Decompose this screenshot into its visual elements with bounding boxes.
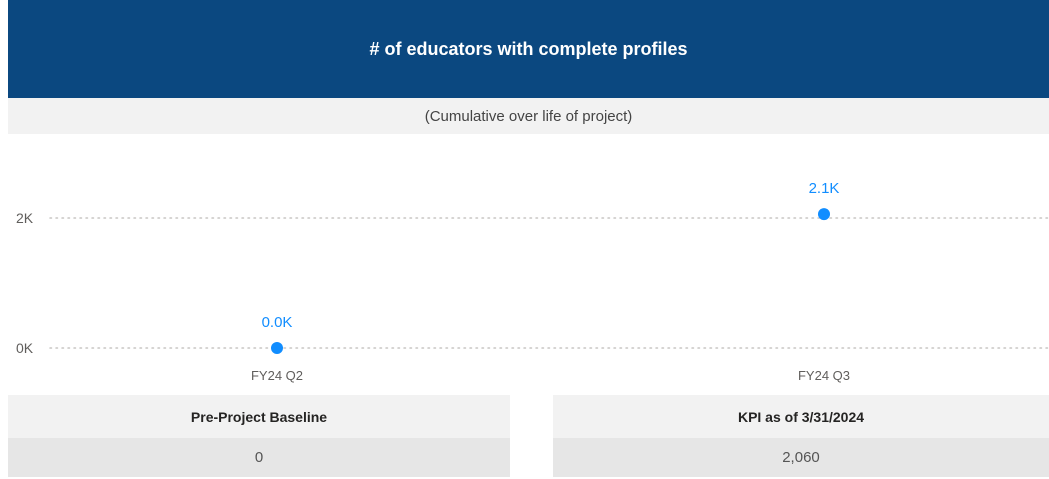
x-tick-label: FY24 Q2 — [251, 368, 303, 383]
baseline-kpi-card: Pre-Project Baseline 0 — [8, 395, 510, 477]
chart-title: # of educators with complete profiles — [8, 0, 1049, 98]
chart-subtitle: (Cumulative over life of project) — [8, 98, 1049, 134]
baseline-kpi-value: 0 — [8, 438, 510, 477]
data-label: 2.1K — [809, 180, 840, 197]
baseline-kpi-label: Pre-Project Baseline — [8, 395, 510, 438]
chart-title-text: # of educators with complete profiles — [369, 38, 688, 59]
current-kpi-label: KPI as of 3/31/2024 — [553, 395, 1049, 438]
current-kpi-value: 2,060 — [553, 438, 1049, 477]
chart-subtitle-text: (Cumulative over life of project) — [424, 107, 633, 125]
y-tick-label: 0K — [16, 340, 34, 356]
line-chart: 0K 2K FY24 Q2 FY24 Q3 0.0K 2.1K — [16, 180, 1049, 383]
x-tick-label: FY24 Q3 — [798, 368, 850, 383]
current-kpi-card: KPI as of 3/31/2024 2,060 — [553, 395, 1049, 477]
y-tick-label: 2K — [16, 210, 34, 226]
data-label: 0.0K — [262, 314, 293, 331]
data-point — [271, 342, 283, 354]
data-point — [818, 208, 830, 221]
